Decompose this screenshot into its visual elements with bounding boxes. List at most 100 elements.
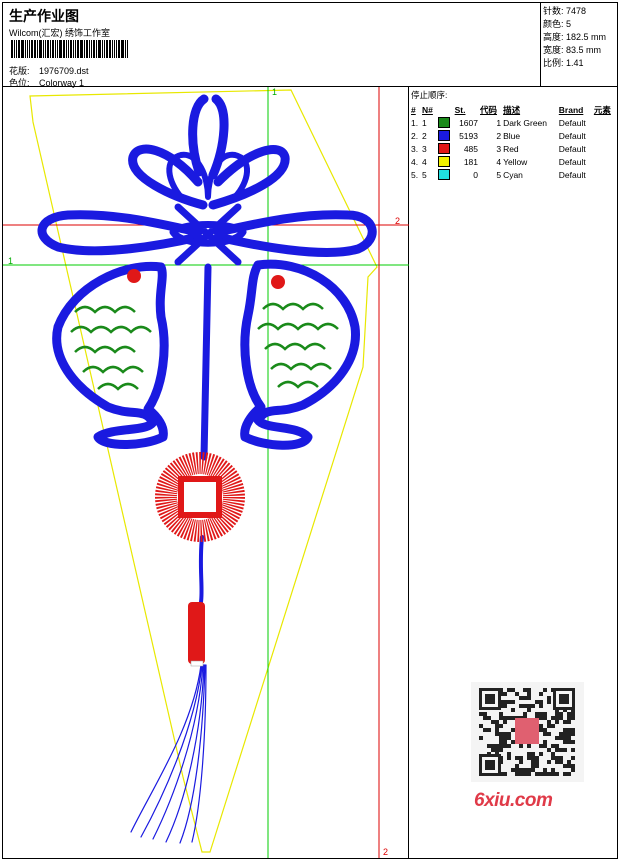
qr-module: [523, 772, 527, 776]
legend-row: 2. 2 5193 2 Blue Default: [410, 129, 616, 142]
legend-title: 停止顺序:: [411, 90, 448, 100]
row-brand: Default: [558, 117, 586, 128]
qr-module: [531, 768, 535, 772]
qr-module: [567, 728, 571, 732]
qr-module: [567, 740, 571, 744]
qr-module: [515, 764, 519, 768]
qr-module: [547, 720, 551, 724]
qr-module: [571, 764, 575, 768]
row-brand: Default: [558, 156, 586, 167]
qr-module: [543, 688, 547, 692]
qr-module: [499, 744, 503, 748]
barcode-bar: [106, 40, 108, 58]
barcode-bar: [118, 40, 120, 58]
qr-module: [519, 768, 523, 772]
qr-module: [571, 716, 575, 720]
qr-module: [559, 748, 563, 752]
row-num: 5.: [411, 169, 419, 180]
row-code: 1: [496, 117, 502, 128]
barcode-bar: [89, 40, 90, 58]
barcode-bar: [47, 40, 49, 58]
qr-module: [535, 764, 539, 768]
qr-module: [559, 732, 563, 736]
qr-module: [507, 700, 511, 704]
qr-module: [531, 752, 535, 756]
qr-module: [571, 728, 575, 732]
row-swatch: [437, 168, 454, 181]
width-value: 83.5 mm: [566, 45, 602, 55]
qr-module: [559, 716, 563, 720]
qr-module: [531, 704, 535, 708]
barcode-bar: [50, 40, 51, 58]
barcode-bar: [25, 40, 26, 58]
header-panel: 生产作业图 Wilcom(汇宏) 绣饰工作室 花版: 1976709.dst 色位…: [3, 3, 541, 89]
qr-module: [483, 728, 487, 732]
color-swatch: [437, 143, 450, 155]
qr-module: [547, 700, 551, 704]
barcode-bar: [116, 40, 117, 58]
qr-module: [567, 720, 571, 724]
left-fish-outline: [52, 261, 169, 449]
qr-module: [491, 720, 495, 724]
qr-module: [507, 736, 511, 740]
qr-module: [567, 736, 571, 740]
stats-panel: 针数: 7478 颜色: 5 高度: 182.5 mm 宽度: 83.5 mm …: [541, 3, 617, 87]
qr-module: [495, 732, 499, 736]
qr-module: [547, 724, 551, 728]
barcode-bar: [70, 40, 72, 58]
qr-module: [547, 772, 551, 776]
barcode-bar: [18, 40, 20, 58]
qr-module: [511, 768, 515, 772]
barcode-bar: [91, 40, 92, 58]
legend-row: 4. 4 181 4 Yellow Default: [410, 155, 616, 168]
col-swatch: [437, 103, 454, 116]
qr-module: [499, 716, 503, 720]
qr-module: [523, 768, 527, 772]
qr-module: [543, 732, 547, 736]
barcode-bar: [98, 40, 101, 58]
legend-row: 5. 5 0 5 Cyan Default: [410, 168, 616, 181]
tassel-cap: [190, 660, 204, 667]
qr-module: [563, 732, 567, 736]
qr-module: [551, 744, 555, 748]
qr-module: [527, 756, 531, 760]
stitches-label: 针数:: [543, 6, 564, 16]
qr-module: [571, 740, 575, 744]
qr-module: [543, 712, 547, 716]
qr-module: [539, 728, 543, 732]
qr-module: [571, 732, 575, 736]
color-swatch: [437, 117, 450, 129]
qr-module: [551, 724, 555, 728]
row-swatch: [437, 142, 454, 155]
col-num: #: [411, 104, 416, 115]
qr-module: [523, 704, 527, 708]
red-v-guide-label: 2: [383, 847, 388, 857]
qr-module: [499, 712, 503, 716]
qr-module: [503, 704, 507, 708]
qr-module: [519, 772, 523, 776]
studio-subtitle: Wilcom(汇宏) 绣饰工作室: [9, 28, 110, 38]
barcode-bar: [43, 40, 44, 58]
qr-module: [527, 704, 531, 708]
qr-module: [543, 740, 547, 744]
qr-module: [539, 712, 543, 716]
barcode-bar: [45, 40, 46, 58]
row-needle: 2: [422, 130, 427, 141]
qr-module: [547, 732, 551, 736]
qr-module: [503, 720, 507, 724]
design-info: 花版: 1976709.dst 色位: Colorway 1: [9, 65, 89, 89]
barcode-bar: [37, 40, 38, 58]
qr-module: [551, 756, 555, 760]
qr-module: [523, 696, 527, 700]
qr-module: [527, 744, 531, 748]
design-canvas[interactable]: 1 1 2 2: [3, 87, 409, 858]
qr-module: [555, 772, 559, 776]
qr-module: [503, 692, 507, 696]
barcode-bar: [55, 40, 56, 58]
row-element: [593, 155, 616, 168]
qr-module: [495, 744, 499, 748]
qr-finder-center: [559, 694, 569, 704]
knot-center: [169, 203, 247, 266]
qr-module: [531, 756, 535, 760]
barcode-bar: [73, 40, 74, 58]
